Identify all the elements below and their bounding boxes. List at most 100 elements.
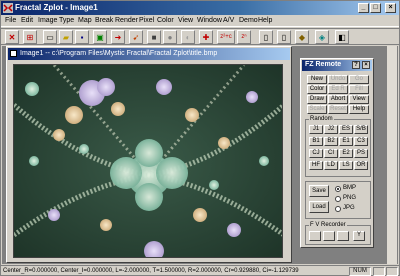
remote-edit-r-button[interactable]: Ed R	[328, 85, 348, 94]
window-title: Fractal Zplot - Image1	[15, 3, 98, 12]
image-button[interactable]: ▣	[93, 30, 107, 44]
random-e1-button[interactable]: E1	[339, 137, 353, 146]
close-button[interactable]: ×	[385, 3, 396, 13]
app-icon	[3, 3, 13, 13]
remote-reset-button[interactable]: Reset	[328, 105, 348, 114]
random-e2-button[interactable]: E2	[339, 149, 353, 158]
menu-type[interactable]: Type	[59, 17, 74, 24]
menu-demo[interactable]: Demo	[239, 17, 258, 24]
menu-bar: File Edit Image Type Map Break Render Pi…	[1, 15, 399, 27]
random-ls-button[interactable]: LS	[339, 161, 353, 170]
redo-button[interactable]: ➜	[111, 30, 125, 44]
page-button-2[interactable]: ▯	[277, 30, 291, 44]
vertical-scrollbar[interactable]	[386, 46, 397, 264]
menu-pixel[interactable]: Pixel	[139, 17, 154, 24]
menu-edit[interactable]: Edit	[21, 17, 33, 24]
menu-help[interactable]: Help	[258, 17, 272, 24]
random-cj-button[interactable]: CJ	[309, 149, 323, 158]
menu-av[interactable]: A/V	[223, 17, 234, 24]
format-png-radio[interactable]	[335, 196, 341, 202]
formula-zn-icon: zⁿ	[241, 34, 247, 40]
remote-close-icon[interactable]: ×	[362, 61, 370, 69]
remote-title: FZ Remote	[305, 61, 342, 68]
title-bar: Fractal Zplot - Image1 _ □ ×	[1, 1, 399, 15]
remote-help-button[interactable]: Help	[349, 105, 369, 114]
menu-map[interactable]: Map	[78, 17, 92, 24]
menu-file[interactable]: File	[5, 17, 16, 24]
image-icon: ▣	[96, 32, 104, 42]
random-ps-button[interactable]: PS	[354, 149, 368, 158]
zoom-button[interactable]: ⊞	[23, 30, 37, 44]
random-c3-button[interactable]: C3	[354, 137, 368, 146]
recorder-button-3[interactable]	[337, 231, 349, 241]
child-window-title: Image1 -- c:\Program Files\Mystic Fracta…	[20, 50, 218, 57]
remote-undo-button[interactable]: Undo	[328, 75, 348, 84]
status-pane-caps	[373, 267, 385, 276]
mask-button[interactable]: ◈	[315, 30, 329, 44]
pin-icon: ✚	[202, 32, 210, 42]
remote-color-button[interactable]: Color	[307, 85, 327, 94]
remote-view-button[interactable]: View	[349, 95, 369, 104]
menu-color[interactable]: Color	[157, 17, 174, 24]
random-j2-button[interactable]: J2	[324, 125, 338, 134]
menu-break[interactable]: Break	[95, 17, 113, 24]
format-jpg-radio[interactable]	[335, 206, 341, 212]
child-title-bar: Image1 -- c:\Program Files\Mystic Fracta…	[8, 48, 290, 60]
format-bmp-radio[interactable]	[335, 186, 341, 192]
random-sb-button[interactable]: S/B	[354, 125, 368, 134]
remote-draw-button[interactable]: Draw	[307, 95, 327, 104]
format-bmp-label: BMP	[343, 185, 357, 191]
random-hf-button[interactable]: HF	[309, 161, 323, 170]
recorder-label: F V Recorder	[309, 222, 347, 228]
shell-button[interactable]: ◐	[181, 30, 195, 44]
remote-save-button[interactable]: Save	[309, 185, 329, 197]
remote-new-button[interactable]: New	[307, 75, 327, 84]
sphere-button[interactable]: ●	[163, 30, 177, 44]
pin-button[interactable]: ✚	[199, 30, 213, 44]
mask-icon: ◈	[318, 32, 326, 42]
maximize-button[interactable]: □	[370, 3, 381, 13]
fractal-image-canvas[interactable]	[13, 64, 283, 258]
recorder-button-2[interactable]	[323, 231, 335, 241]
fz-remote-panel: FZ Remote ? × New Undo Go Color Ed R Fil…	[300, 58, 374, 248]
random-j1-button[interactable]: J1	[309, 125, 323, 134]
menu-view[interactable]: View	[178, 17, 193, 24]
formula-z2c-button[interactable]: z²+c	[217, 30, 235, 44]
pointer-icon: ➹	[132, 32, 140, 42]
page-button-1[interactable]: ▯	[259, 30, 273, 44]
remote-scale-button[interactable]: Scale	[307, 105, 327, 114]
remote-fill-button[interactable]: Fill	[349, 85, 369, 94]
minimize-button[interactable]: _	[358, 3, 369, 13]
child-window-icon	[10, 50, 17, 57]
remote-title-bar: FZ Remote ? ×	[302, 60, 372, 71]
remote-load-button[interactable]: Load	[309, 201, 329, 213]
diamond-button[interactable]: ◆	[295, 30, 309, 44]
redo-arrow-icon: ➜	[114, 32, 122, 42]
square-icon: ■	[151, 32, 157, 42]
random-b2-button[interactable]: B2	[324, 137, 338, 146]
save-button[interactable]: ▪	[75, 30, 89, 44]
random-ci-button[interactable]: CI	[324, 149, 338, 158]
new-button[interactable]: ▭	[43, 30, 57, 44]
status-bar: Center_R=0.000000, Center_I=0.000000, L=…	[1, 265, 399, 276]
formula-zn-button[interactable]: zⁿ	[237, 30, 251, 44]
square-button[interactable]: ■	[147, 30, 161, 44]
menu-image[interactable]: Image	[38, 17, 57, 24]
random-b1-button[interactable]: B1	[309, 137, 323, 146]
menu-render[interactable]: Render	[115, 17, 138, 24]
random-es-button[interactable]: ES	[339, 125, 353, 134]
fractal-logo-button[interactable]: ✕	[5, 30, 19, 44]
page-icon: ▯	[263, 32, 269, 42]
menu-window[interactable]: Window	[197, 17, 222, 24]
cube-button[interactable]: ◧	[335, 30, 349, 44]
random-ld-button[interactable]: LD	[324, 161, 338, 170]
shell-icon: ◐	[185, 32, 191, 42]
random-or-button[interactable]: OR	[354, 161, 368, 170]
remote-abort-button[interactable]: Abort	[328, 95, 348, 104]
open-button[interactable]: ▰	[59, 30, 73, 44]
remote-go-button[interactable]: Go	[349, 75, 369, 84]
recorder-button-1[interactable]	[309, 231, 321, 241]
pointer-button[interactable]: ➹	[129, 30, 143, 44]
recorder-y-button[interactable]: Y	[353, 231, 365, 241]
remote-help-icon[interactable]: ?	[352, 61, 360, 69]
